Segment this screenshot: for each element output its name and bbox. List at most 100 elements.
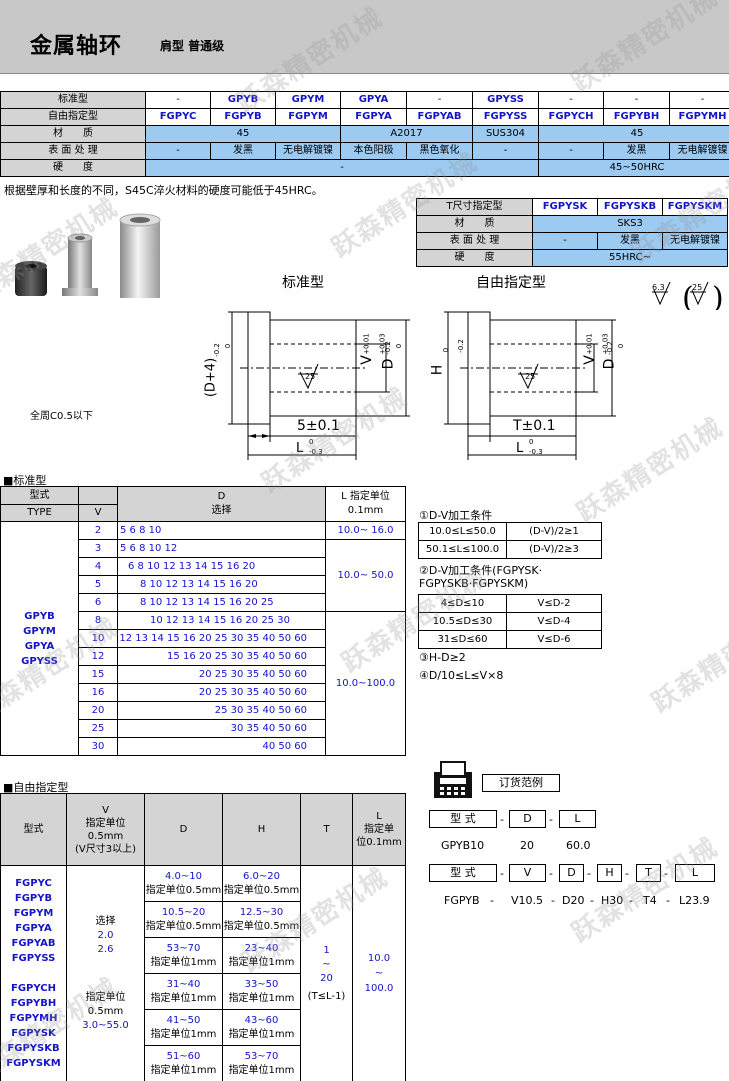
free-h-cell: 6.0~20 指定单位0.5mm bbox=[222, 865, 301, 902]
free-d-cell: 4.0~10 指定单位0.5mm bbox=[144, 865, 223, 902]
v-cell: 2 bbox=[78, 521, 118, 540]
order-box: D bbox=[559, 864, 584, 882]
head-line: 指定单 bbox=[364, 824, 394, 835]
spec-cell: 45 bbox=[538, 125, 729, 143]
spec-cell: A2017 bbox=[340, 125, 473, 143]
free-head-h: H bbox=[222, 793, 301, 866]
order-box: 型 式 bbox=[429, 810, 497, 828]
unit: 指定单位1mm bbox=[150, 1064, 217, 1076]
spec-cell: - bbox=[406, 91, 473, 109]
d-cell: 8 10 12 13 14 15 16 20 25 bbox=[117, 593, 326, 612]
range: 53~70 bbox=[166, 942, 201, 954]
v-line: 选择 bbox=[95, 915, 116, 927]
t-cell: - bbox=[532, 232, 598, 250]
label-standard: 标准型 bbox=[282, 275, 324, 291]
spec-cell: 无电解镀镍 bbox=[669, 142, 729, 160]
spec-cell: 45 bbox=[145, 125, 341, 143]
cond-cell: 50.1≤L≤100.0 bbox=[418, 540, 507, 559]
spec-cell: 本色阳极 bbox=[340, 142, 407, 160]
condition-1-title: ①D-V加工条件 bbox=[419, 509, 493, 522]
d-cell: 20 25 30 35 40 50 60 bbox=[117, 665, 326, 684]
t-line: 20 bbox=[320, 972, 333, 984]
std-tol-upper: 0 bbox=[395, 343, 404, 349]
roughness-value: 25 bbox=[692, 283, 703, 292]
row-label-t-hardness: 硬 度 bbox=[416, 249, 533, 267]
order-value: FGPYB bbox=[444, 894, 480, 907]
free-h-cell: 53~70 指定单位1mm bbox=[222, 1045, 301, 1081]
type-label: FGPYCH bbox=[11, 983, 56, 994]
cond-cell: (D-V)/2≥3 bbox=[506, 540, 602, 559]
std-finish-mark: 25 bbox=[305, 372, 316, 381]
v-cell: 16 bbox=[78, 683, 118, 702]
order-value: L23.9 bbox=[679, 894, 710, 907]
spec-cell: FGPYC bbox=[145, 108, 211, 126]
order-box: D bbox=[509, 810, 546, 828]
free-head-l: L 指定单 位0.1mm bbox=[352, 793, 406, 866]
l-line: ~ bbox=[374, 968, 384, 979]
row-label-material: 材 质 bbox=[0, 125, 146, 143]
free-h-dim: H bbox=[429, 364, 446, 376]
head-type-en: TYPE bbox=[0, 504, 79, 522]
svg-text:): ) bbox=[712, 281, 724, 310]
range: 31~40 bbox=[166, 978, 201, 990]
std-tol-lower: -0.2 bbox=[212, 343, 221, 357]
cond-cell: V≤D-4 bbox=[506, 612, 602, 631]
cond-cell: 31≤D≤60 bbox=[418, 630, 507, 649]
free-head-d: D bbox=[144, 793, 223, 866]
free-h-cell: 33~50 指定单位1mm bbox=[222, 973, 301, 1010]
head-line: 0.5mm bbox=[87, 830, 124, 842]
page-title: 金属轴环 bbox=[30, 34, 123, 59]
l-range: 10.0~ 50.0 bbox=[325, 539, 406, 612]
hardness-note: 根据壁厚和长度的不同，S45C淬火材料的硬度可能低于45HRC。 bbox=[4, 184, 323, 197]
range: 51~60 bbox=[166, 1050, 201, 1062]
head-d-text: D bbox=[217, 491, 226, 502]
spec-cell: GPYA bbox=[340, 91, 407, 109]
order-sep: - bbox=[500, 867, 504, 880]
spec-cell: - bbox=[603, 91, 670, 109]
order-value: 60.0 bbox=[566, 839, 591, 852]
fax-icon bbox=[434, 761, 472, 798]
order-box: L bbox=[559, 810, 596, 828]
type-label: FGPYAB bbox=[11, 938, 56, 949]
v-line: 2.6 bbox=[97, 943, 114, 955]
d-cell: 5 6 8 10 12 bbox=[117, 539, 326, 558]
order-value: D20 bbox=[562, 894, 585, 907]
t-cell: FGPYSKB bbox=[597, 198, 663, 216]
t-line: 1 bbox=[323, 944, 330, 956]
std-tol-upper: 0 bbox=[224, 343, 233, 349]
chamfer-note: 全周C0.5以下 bbox=[30, 411, 93, 422]
unit: 指定单位1mm bbox=[150, 956, 217, 968]
spec-cell: GPYSS bbox=[472, 91, 539, 109]
range: 53~70 bbox=[244, 1050, 279, 1062]
free-head-t: T bbox=[300, 793, 353, 866]
head-line: 指定单位 bbox=[85, 817, 126, 829]
type-label: FGPYC bbox=[15, 878, 52, 889]
head-blank bbox=[78, 486, 118, 505]
head-line: 位0.1mm bbox=[356, 837, 402, 848]
spec-cell: - bbox=[538, 91, 604, 109]
v-cell: 25 bbox=[78, 719, 118, 738]
watermark: 跃森精密机械 bbox=[646, 602, 729, 719]
order-example-label: 订货范例 bbox=[482, 774, 560, 792]
d-cell: 20 25 30 35 40 50 60 bbox=[117, 683, 326, 702]
unit: 指定单位1mm bbox=[228, 992, 295, 1004]
d-cell: 5 6 8 10 bbox=[117, 521, 326, 540]
std-tol-lower: -0.2 bbox=[383, 341, 392, 355]
free-tol-lower: -0.2 bbox=[605, 341, 614, 355]
unit: 指定单位0.5mm bbox=[145, 920, 222, 932]
unit: 指定单位0.5mm bbox=[145, 884, 222, 896]
free-v-dim: V bbox=[581, 355, 598, 365]
range: 41~50 bbox=[166, 1014, 201, 1026]
order-sep: - bbox=[549, 867, 553, 880]
d-cell: 6 8 10 12 13 14 15 16 20 bbox=[117, 557, 326, 576]
free-tol-lower: +0.01 bbox=[585, 333, 594, 355]
range: 4.0~10 bbox=[164, 870, 202, 882]
order-value: V10.5 bbox=[511, 894, 544, 907]
spec-cell: - bbox=[472, 142, 539, 160]
t-cell: FGPYSK bbox=[532, 198, 598, 216]
v-cell: 15 bbox=[78, 665, 118, 684]
cond-cell: V≤D-6 bbox=[506, 630, 602, 649]
range: 6.0~20 bbox=[242, 870, 280, 882]
page-subtitle: 肩型 普通级 bbox=[160, 39, 225, 53]
free-tol-upper: 0 bbox=[617, 343, 626, 349]
